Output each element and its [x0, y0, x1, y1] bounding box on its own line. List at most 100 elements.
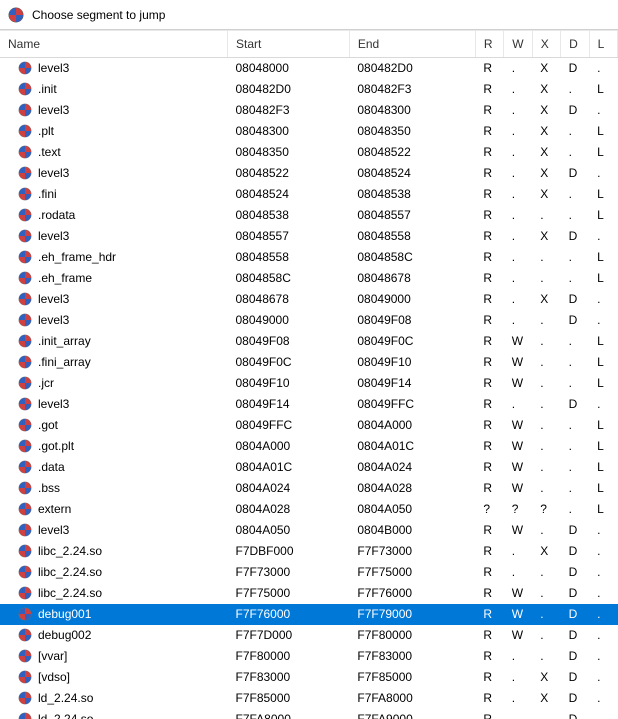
- table-row[interactable]: .eh_frame_hdr080485580804858CR...L: [0, 247, 618, 268]
- segment-d: .: [569, 145, 581, 159]
- segment-start: 08048350: [236, 145, 342, 159]
- table-row[interactable]: .bss0804A0240804A028RW..L: [0, 478, 618, 499]
- segment-w: W: [512, 334, 524, 348]
- table-row[interactable]: .rodata0804853808048557R...L: [0, 205, 618, 226]
- segment-x: X: [540, 61, 552, 75]
- segment-x: .: [540, 565, 552, 579]
- segment-start: F7FA8000: [236, 712, 342, 719]
- segment-name: level3: [38, 61, 69, 75]
- segment-start: F7F80000: [236, 649, 342, 663]
- segment-end: F7F83000: [357, 649, 467, 663]
- window-title: Choose segment to jump: [32, 8, 165, 22]
- table-row[interactable]: .init080482D0080482F3R.X.L: [0, 79, 618, 100]
- segment-x: X: [540, 292, 552, 306]
- segment-end: 0804A028: [357, 481, 467, 495]
- segment-icon: [18, 82, 32, 96]
- segment-start: 08048558: [236, 250, 342, 264]
- segment-x: .: [540, 586, 552, 600]
- table-row[interactable]: libc_2.24.soF7F73000F7F75000R..D.: [0, 562, 618, 583]
- segment-r: R: [483, 628, 495, 642]
- segment-r: R: [483, 355, 495, 369]
- col-header-name[interactable]: Name: [0, 31, 228, 58]
- col-header-x[interactable]: X: [532, 31, 560, 58]
- segment-d: D: [569, 166, 581, 180]
- segment-start: 08048557: [236, 229, 342, 243]
- col-header-w[interactable]: W: [504, 31, 532, 58]
- col-header-r[interactable]: R: [475, 31, 503, 58]
- table-row[interactable]: .got08049FFC0804A000RW..L: [0, 415, 618, 436]
- table-row[interactable]: .text0804835008048522R.X.L: [0, 142, 618, 163]
- segment-w: W: [512, 439, 524, 453]
- segment-d: D: [569, 691, 581, 705]
- table-row[interactable]: libc_2.24.soF7F75000F7F76000RW.D.: [0, 583, 618, 604]
- table-row[interactable]: debug002F7F7D000F7F80000RW.D.: [0, 625, 618, 646]
- col-header-end[interactable]: End: [349, 31, 475, 58]
- segment-r: R: [483, 712, 495, 719]
- segment-w: .: [512, 229, 524, 243]
- segment-x: X: [540, 145, 552, 159]
- col-header-start[interactable]: Start: [228, 31, 350, 58]
- table-row[interactable]: .fini_array08049F0C08049F10RW..L: [0, 352, 618, 373]
- segment-l: .: [597, 166, 609, 180]
- segment-l: L: [597, 418, 609, 432]
- segment-end: 08049F10: [357, 355, 467, 369]
- col-header-l[interactable]: L: [589, 31, 617, 58]
- table-row[interactable]: .jcr08049F1008049F14RW..L: [0, 373, 618, 394]
- segment-start: F7F85000: [236, 691, 342, 705]
- segment-name: level3: [38, 229, 69, 243]
- table-row[interactable]: level308049F1408049FFCR..D.: [0, 394, 618, 415]
- table-row[interactable]: level30804867808049000R.XD.: [0, 289, 618, 310]
- segment-start: F7F75000: [236, 586, 342, 600]
- table-row[interactable]: .eh_frame0804858C08048678R...L: [0, 268, 618, 289]
- col-header-d[interactable]: D: [561, 31, 589, 58]
- table-row[interactable]: .init_array08049F0808049F0CRW..L: [0, 331, 618, 352]
- segment-r: R: [483, 292, 495, 306]
- segment-d: D: [569, 397, 581, 411]
- table-row[interactable]: .plt0804830008048350R.X.L: [0, 121, 618, 142]
- segment-x: .: [540, 355, 552, 369]
- segment-l: L: [597, 460, 609, 474]
- segment-d: .: [569, 460, 581, 474]
- segment-icon: [18, 460, 32, 474]
- segment-r: R: [483, 460, 495, 474]
- table-row[interactable]: [vdso]F7F83000F7F85000R.XD.: [0, 667, 618, 688]
- segment-l: L: [597, 124, 609, 138]
- segment-end: 08048558: [357, 229, 467, 243]
- segment-x: .: [540, 376, 552, 390]
- segment-x: X: [540, 82, 552, 96]
- table-row[interactable]: ld_2.24.soF7FA8000F7FA9000R..D.: [0, 709, 618, 719]
- segment-start: F7F7D000: [236, 628, 342, 642]
- table-row[interactable]: level30804855708048558R.XD.: [0, 226, 618, 247]
- table-row[interactable]: .got.plt0804A0000804A01CRW..L: [0, 436, 618, 457]
- segment-w: W: [512, 418, 524, 432]
- table-row[interactable]: level3080482F308048300R.XD.: [0, 100, 618, 121]
- segment-l: .: [597, 607, 609, 621]
- segment-r: R: [483, 166, 495, 180]
- segment-r: R: [483, 313, 495, 327]
- segment-start: 080482F3: [236, 103, 342, 117]
- table-row[interactable]: libc_2.24.soF7DBF000F7F73000R.XD.: [0, 541, 618, 562]
- table-row[interactable]: level308048000080482D0R.XD.: [0, 58, 618, 79]
- table-row[interactable]: [vvar]F7F80000F7F83000R..D.: [0, 646, 618, 667]
- segment-r: R: [483, 670, 495, 684]
- segment-w: W: [512, 460, 524, 474]
- segment-name: [vdso]: [38, 670, 70, 684]
- segment-d: .: [569, 355, 581, 369]
- segment-x: .: [540, 397, 552, 411]
- table-row[interactable]: .data0804A01C0804A024RW..L: [0, 457, 618, 478]
- segments-table-wrap[interactable]: Name Start End R W X D L level3080480000…: [0, 30, 618, 719]
- segment-name: level3: [38, 103, 69, 117]
- table-row[interactable]: level30804852208048524R.XD.: [0, 163, 618, 184]
- segment-icon: [18, 292, 32, 306]
- table-row[interactable]: level30804900008049F08R..D.: [0, 310, 618, 331]
- table-row[interactable]: extern0804A0280804A050???.L: [0, 499, 618, 520]
- table-row[interactable]: debug001F7F76000F7F79000RW.D.: [0, 604, 618, 625]
- segment-r: R: [483, 187, 495, 201]
- table-row[interactable]: level30804A0500804B000RW.D.: [0, 520, 618, 541]
- segment-l: L: [597, 376, 609, 390]
- segment-end: 08049F14: [357, 376, 467, 390]
- table-row[interactable]: .fini0804852408048538R.X.L: [0, 184, 618, 205]
- segments-table: Name Start End R W X D L level3080480000…: [0, 31, 618, 719]
- segment-name: .init: [38, 82, 57, 96]
- table-row[interactable]: ld_2.24.soF7F85000F7FA8000R.XD.: [0, 688, 618, 709]
